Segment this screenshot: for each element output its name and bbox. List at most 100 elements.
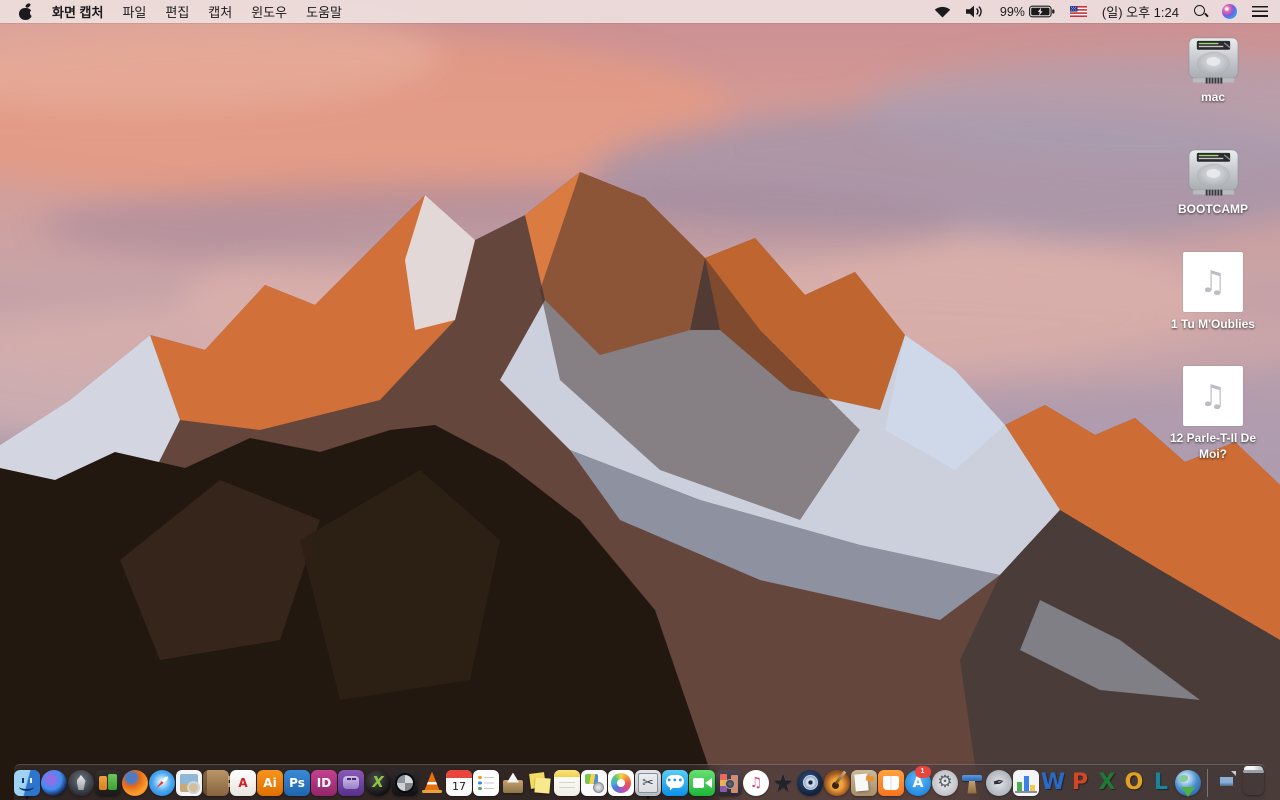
siri-menu[interactable] [1222,0,1237,23]
dock-item-garageband[interactable] [824,766,851,800]
wifi-menu[interactable] [934,0,951,23]
desktop-icons: mac BOOTCAMP ♫ 1 Tu M'Oublies ♫ 12 Parle… [1150,0,1276,800]
dock-item-docfile[interactable] [1213,766,1240,800]
dock: A Ai Ps ID X 17 ✂ ••• ♫ ★ A 1 ⚙ ✒ W P X O L [14,764,1266,800]
menu-item-3[interactable]: 캡처 [208,2,232,21]
menu-item-0[interactable]: 화면 캡처 [52,2,103,21]
notification-badge: 1 [914,765,931,778]
dock-item-itunes[interactable]: ♫ [743,766,770,800]
desktop-icon-volume-0[interactable]: mac [1150,36,1276,106]
excel-icon: X [1094,770,1120,796]
dock-item-sysprefs[interactable]: ⚙ [932,766,959,800]
imovie-icon: ★ [770,770,796,796]
apple-menu-icon[interactable] [19,3,33,20]
dock-item-photoshop[interactable]: Ps [284,766,311,800]
powerpoint-icon: P [1067,770,1093,796]
messages-icon: ••• [662,769,688,796]
vlc-icon [419,770,445,796]
menu-item-1[interactable]: 파일 [122,2,146,21]
desktop-icon-volume-1[interactable]: BOOTCAMP [1150,148,1276,218]
volume-menu[interactable] [965,0,985,23]
desktop-icon-label: BOOTCAMP [1178,202,1248,216]
dock-item-powerpoint[interactable]: P [1067,766,1094,800]
quark-glyph: X [372,773,384,791]
dock-item-photos[interactable] [608,766,635,800]
dock-item-idvd[interactable] [797,766,824,800]
dock-item-pages[interactable]: ✒ [986,766,1013,800]
keynote-icon [959,770,985,796]
lync-glyph: L [1153,769,1169,795]
menu-item-5[interactable]: 도움말 [306,2,342,21]
dock-item-diskfan[interactable] [392,766,419,800]
notification-center-menu[interactable] [1252,0,1268,23]
dock-item-preview[interactable] [176,766,203,800]
dock-item-vlc[interactable] [419,766,446,800]
calendar-icon: 17 [446,769,472,796]
dock-item-indesign[interactable]: ID [311,766,338,800]
dock-item-illustrator[interactable]: Ai [257,766,284,800]
docfile-icon [1217,770,1236,795]
dock-item-trash[interactable] [1240,766,1267,800]
dock-item-outlook[interactable]: O [1121,766,1148,800]
dock-item-grab[interactable]: ✂ [635,766,662,800]
dock-item-stuffit[interactable] [500,766,527,800]
dock-item-facetime[interactable] [689,766,716,800]
word-icon: W [1040,770,1066,796]
dock-item-screens[interactable] [95,766,122,800]
dock-item-quark[interactable]: X [365,766,392,800]
photoshop-glyph: Ps [289,775,305,790]
dock-item-ibooks[interactable] [878,766,905,800]
contacts-icon [203,769,231,796]
clock-menu[interactable]: (일) 오후 1:24 [1102,0,1179,23]
diskfan-icon [392,769,418,796]
dock-item-reminders[interactable] [473,766,500,800]
dock-item-lync[interactable]: L [1148,766,1175,800]
menu-item-4[interactable]: 윈도우 [251,2,287,21]
menu-bar: 화면 캡처 파일 편집 캡처 윈도우 도움말 99% (일) 오후 1:24 [0,0,1280,23]
wifi-icon [934,6,951,17]
battery-charging-icon [1028,5,1055,18]
dock-item-word[interactable]: W [1040,766,1067,800]
dock-item-notes[interactable] [554,766,581,800]
menu-item-2[interactable]: 편집 [165,2,189,21]
dock-item-appstore[interactable]: A1 [905,765,932,800]
dock-item-launchpad[interactable] [68,766,95,800]
itunes-glyph: ♫ [749,774,763,791]
lync-icon: L [1148,770,1174,796]
dock-item-numbers[interactable] [1013,766,1040,800]
desktop-icon-audio-2[interactable]: ♫ 1 Tu M'Oublies [1150,252,1276,333]
appstore-glyph: A [912,774,924,791]
audio-file-icon: ♫ [1183,366,1243,426]
acrobat-glyph: A [238,775,248,790]
input-source-menu[interactable] [1069,0,1087,23]
grab-glyph: ✂ [642,774,654,791]
dock-item-stickies[interactable] [527,766,554,800]
dock-item-safari[interactable] [149,766,176,800]
finder-icon [14,769,40,796]
dock-item-siri[interactable] [41,766,68,800]
dock-item-toast[interactable] [338,766,365,800]
dock-item-excel[interactable]: X [1094,766,1121,800]
firefox-icon [122,769,148,796]
dock-item-imovie[interactable]: ★ [770,766,797,800]
desktop-icon-audio-3[interactable]: ♫ 12 Parle-T-Il De Moi? [1150,366,1276,462]
illustrator-glyph: Ai [263,775,277,790]
dock-item-keynote[interactable] [959,766,986,800]
app-menus: 화면 캡처 파일 편집 캡처 윈도우 도움말 [52,2,342,21]
dock-item-iweb[interactable] [851,766,878,800]
dock-item-messages[interactable]: ••• [662,766,689,800]
dock-item-msupdate[interactable] [1175,766,1202,800]
colorsync-icon [581,769,607,796]
dock-item-colorsync[interactable] [581,766,608,800]
battery-menu[interactable]: 99% [1000,0,1055,23]
dock-item-firefox[interactable] [122,766,149,800]
spotlight-menu[interactable] [1194,0,1207,23]
dock-item-calendar[interactable]: 17 [446,766,473,800]
photos-icon [608,769,634,796]
dock-item-finder[interactable] [14,766,41,800]
dock-item-photobooth[interactable] [716,766,743,800]
dock-item-contacts[interactable] [203,766,231,800]
dock-item-acrobat[interactable]: A [230,766,257,800]
stuffit-icon [500,770,526,796]
preview-icon [176,769,202,796]
